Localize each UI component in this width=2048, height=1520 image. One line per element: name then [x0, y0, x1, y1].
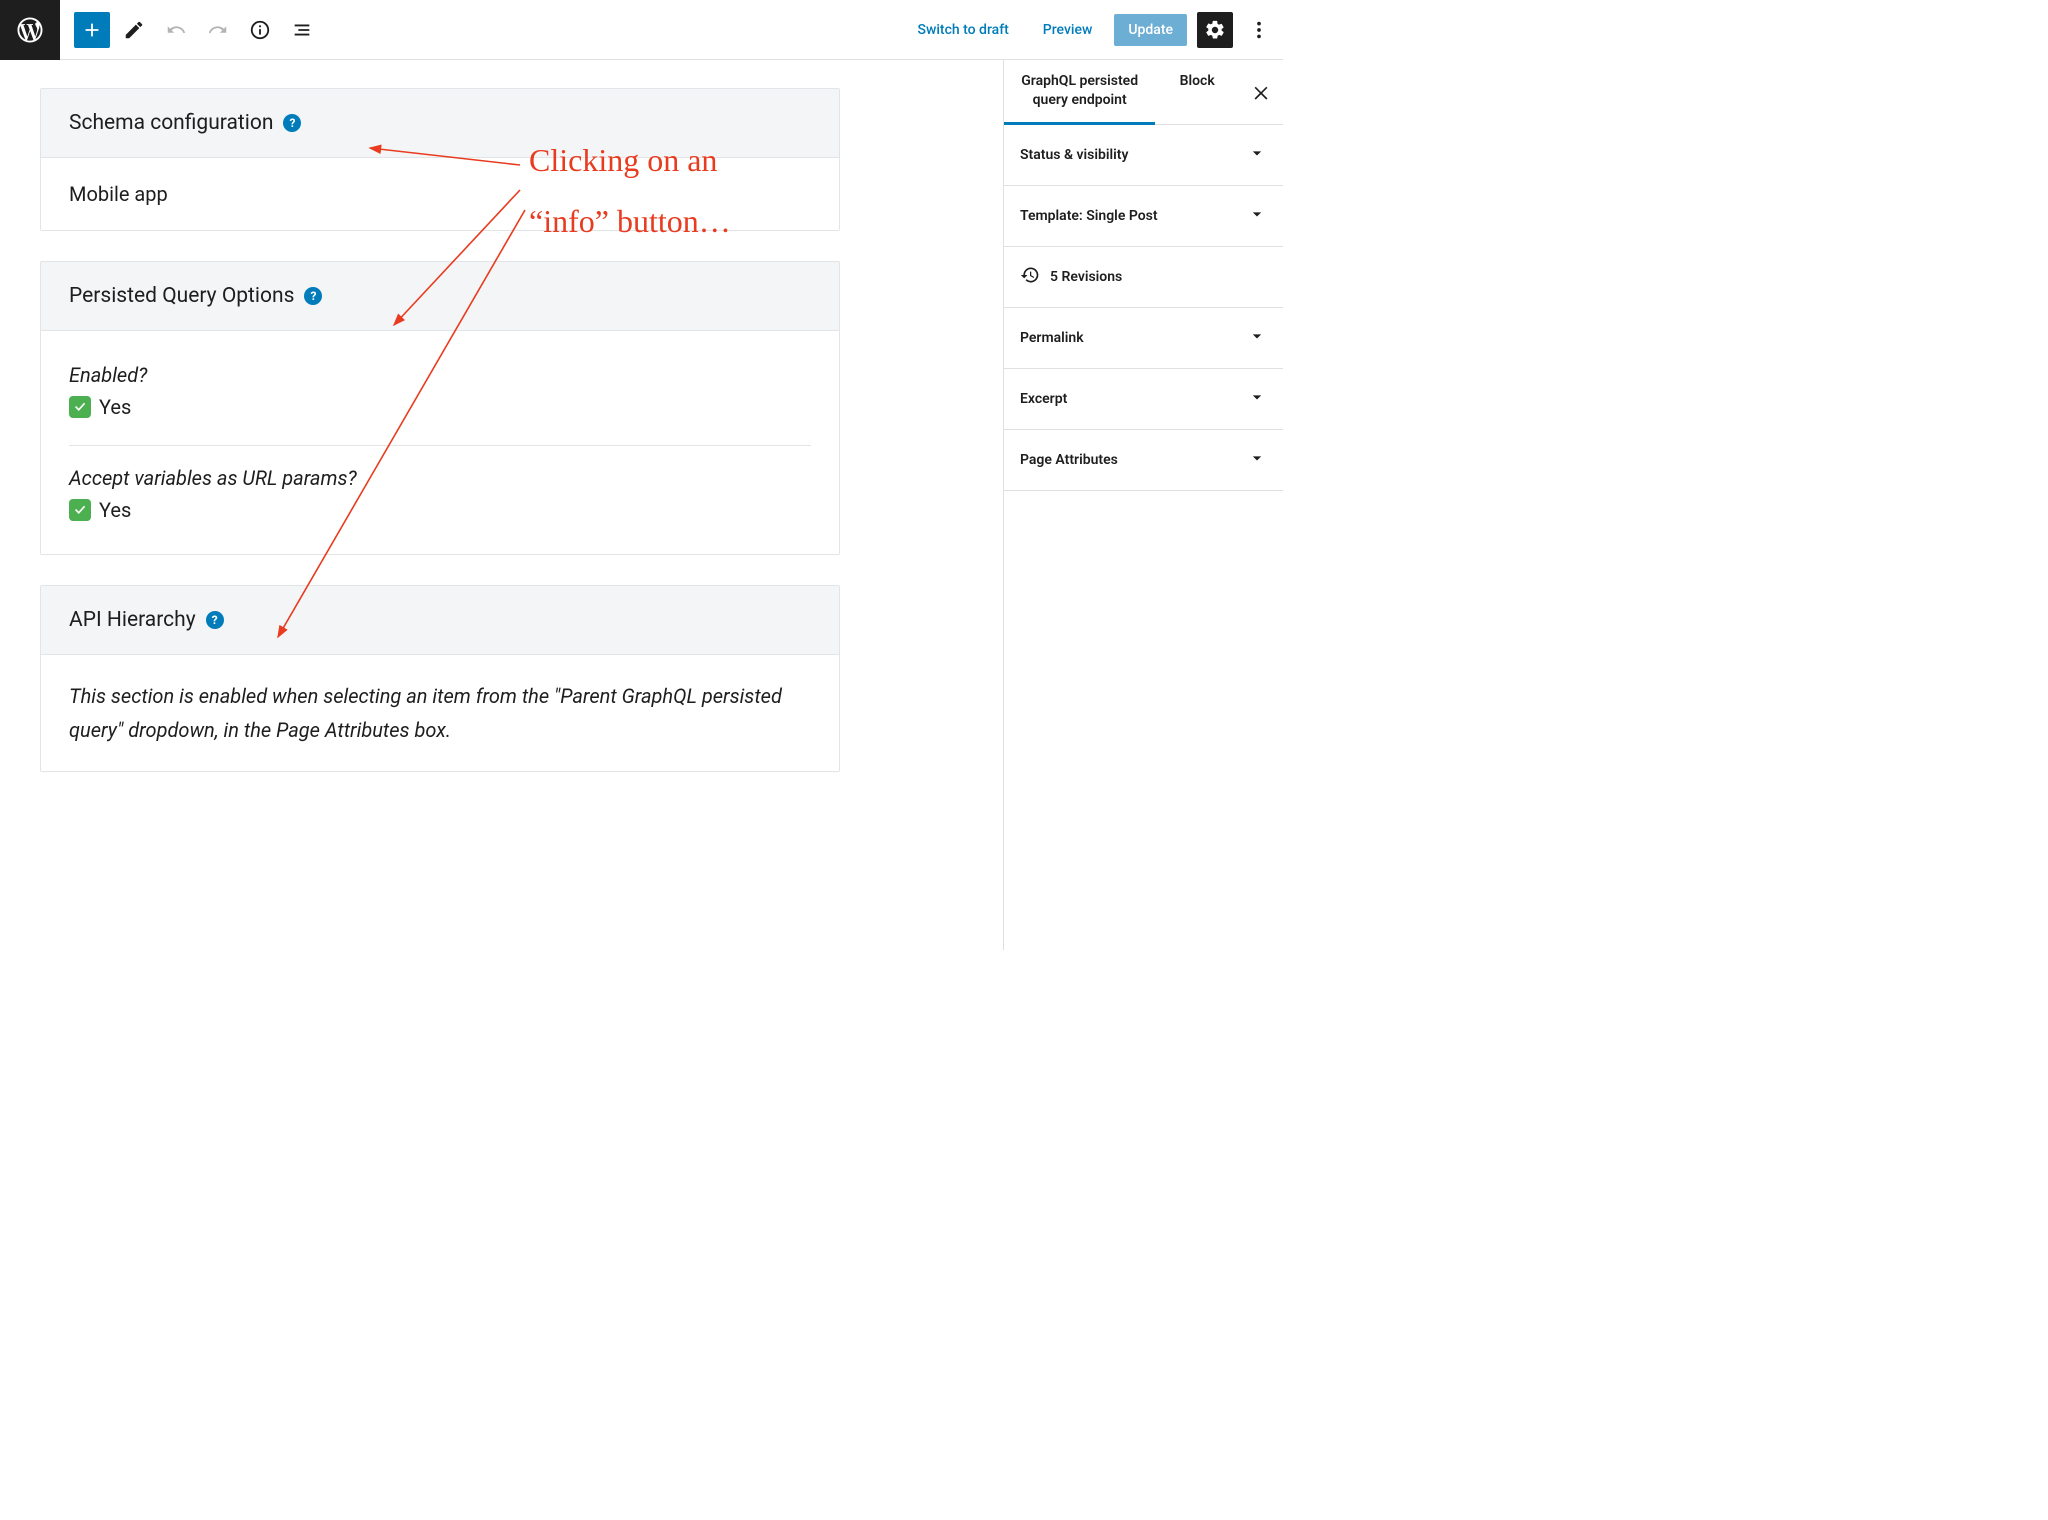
wordpress-logo[interactable] [0, 0, 60, 60]
schema-configuration-panel: Schema configuration ? Mobile app [40, 88, 840, 231]
option-label: Accept variables as URL params? [69, 466, 811, 490]
panel-title: Schema configuration [69, 111, 273, 135]
template-panel[interactable]: Template: Single Post [1004, 186, 1283, 247]
panel-header: Schema configuration ? [41, 89, 839, 158]
update-button[interactable]: Update [1114, 14, 1187, 46]
page-attributes-panel[interactable]: Page Attributes [1004, 430, 1283, 491]
chevron-down-icon [1247, 448, 1267, 472]
preview-button[interactable]: Preview [1031, 14, 1105, 46]
checkmark-icon: ✓ [69, 396, 91, 418]
info-icon [249, 19, 271, 41]
wordpress-icon [15, 15, 45, 45]
redo-icon [207, 19, 229, 41]
panel-title: Template: Single Post [1020, 208, 1158, 224]
sidebar-close-button[interactable] [1239, 60, 1283, 124]
panel-header: Persisted Query Options ? [41, 262, 839, 331]
chevron-down-icon [1247, 143, 1267, 167]
plus-icon [81, 19, 103, 41]
history-icon [1020, 265, 1040, 289]
toolbar-left [60, 0, 320, 59]
panel-body: Mobile app [41, 158, 839, 230]
settings-sidebar: GraphQL persisted query endpoint Block S… [1003, 60, 1283, 950]
editor-canvas: Schema configuration ? Mobile app Persis… [0, 60, 1003, 950]
settings-button[interactable] [1197, 12, 1233, 48]
workspace: Schema configuration ? Mobile app Persis… [0, 60, 1283, 950]
toolbar-right: Switch to draft Preview Update [905, 0, 1283, 59]
info-button[interactable]: ? [206, 611, 224, 629]
list-icon [291, 19, 313, 41]
undo-icon [165, 19, 187, 41]
chevron-down-icon [1247, 387, 1267, 411]
gear-icon [1204, 19, 1226, 41]
chevron-down-icon [1247, 326, 1267, 350]
panel-title: Status & visibility [1020, 147, 1128, 163]
option-value-text: Yes [99, 395, 131, 419]
pencil-icon [123, 19, 145, 41]
option-value: ✓ Yes [69, 498, 811, 522]
close-icon [1251, 82, 1271, 102]
panel-title: Permalink [1020, 330, 1084, 346]
info-button[interactable]: ? [283, 114, 301, 132]
edit-mode-button[interactable] [116, 12, 152, 48]
panel-body: Enabled? ✓ Yes Accept variables as URL p… [41, 331, 839, 554]
panel-title: Persisted Query Options [69, 284, 294, 308]
permalink-panel[interactable]: Permalink [1004, 308, 1283, 369]
panel-header: API Hierarchy ? [41, 586, 839, 655]
panel-title: Page Attributes [1020, 452, 1118, 468]
api-hierarchy-panel: API Hierarchy ? This section is enabled … [40, 585, 840, 772]
persisted-query-options-panel: Persisted Query Options ? Enabled? ✓ Yes… [40, 261, 840, 555]
panel-title: Excerpt [1020, 391, 1067, 407]
undo-button[interactable] [158, 12, 194, 48]
switch-to-draft-button[interactable]: Switch to draft [905, 14, 1020, 46]
status-visibility-panel[interactable]: Status & visibility [1004, 125, 1283, 186]
dots-vertical-icon [1248, 19, 1270, 41]
outline-button[interactable] [284, 12, 320, 48]
revisions-text: 5 Revisions [1050, 269, 1122, 285]
sidebar-tabs: GraphQL persisted query endpoint Block [1004, 60, 1283, 125]
option-row: Enabled? ✓ Yes [69, 355, 811, 427]
info-button[interactable]: ? [304, 287, 322, 305]
option-row: Accept variables as URL params? ✓ Yes [69, 445, 811, 530]
revisions-panel[interactable]: 5 Revisions [1004, 247, 1283, 308]
panel-title: 5 Revisions [1020, 265, 1122, 289]
more-options-button[interactable] [1243, 12, 1275, 48]
redo-button[interactable] [200, 12, 236, 48]
option-value-text: Yes [99, 498, 131, 522]
checkmark-icon: ✓ [69, 499, 91, 521]
add-block-button[interactable] [74, 12, 110, 48]
tab-document[interactable]: GraphQL persisted query endpoint [1004, 60, 1155, 125]
chevron-down-icon [1247, 204, 1267, 228]
panel-title: API Hierarchy [69, 608, 196, 632]
tab-block[interactable]: Block [1155, 60, 1239, 124]
top-toolbar: Switch to draft Preview Update [0, 0, 1283, 60]
option-value: ✓ Yes [69, 395, 811, 419]
details-button[interactable] [242, 12, 278, 48]
panel-body: This section is enabled when selecting a… [41, 655, 839, 771]
panel-body-text: This section is enabled when selecting a… [69, 679, 811, 747]
excerpt-panel[interactable]: Excerpt [1004, 369, 1283, 430]
option-label: Enabled? [69, 363, 811, 387]
